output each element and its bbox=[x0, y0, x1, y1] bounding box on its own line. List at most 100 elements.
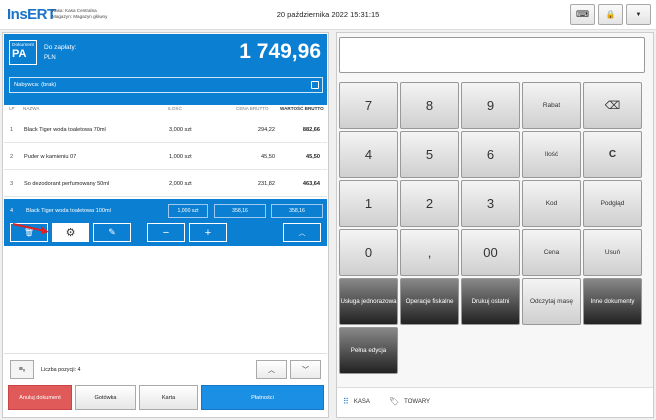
settings-button[interactable]: ⚙ bbox=[52, 223, 89, 242]
tab-towary-label: TOWARY bbox=[404, 398, 431, 405]
row-value: 45,50 bbox=[306, 154, 320, 160]
currency: PLN bbox=[44, 55, 56, 61]
row-lp: 2 bbox=[10, 154, 14, 160]
col-price: CENA BRUTTO bbox=[236, 106, 269, 111]
tab-kasa-label: KASA bbox=[353, 398, 370, 405]
scroll-up-button[interactable]: ︿ bbox=[256, 360, 287, 379]
document-type-box[interactable]: Dokument PA bbox=[9, 40, 37, 65]
tag-icon: 🏷 bbox=[389, 397, 400, 406]
cash-button[interactable]: Gotówka bbox=[75, 385, 136, 410]
key-7[interactable]: 7 bbox=[339, 82, 398, 129]
divider bbox=[4, 353, 327, 354]
selected-qty-field[interactable]: 1,000 szt bbox=[168, 204, 208, 218]
col-name: NAZWA bbox=[23, 106, 40, 111]
card-button[interactable]: Karta bbox=[139, 385, 198, 410]
key-9[interactable]: 9 bbox=[461, 82, 520, 129]
document-label: Dokument bbox=[12, 43, 34, 48]
keypad-icon: ⠿ bbox=[343, 397, 349, 406]
read-weight-key[interactable]: Odczytaj masę bbox=[522, 278, 581, 325]
clear-key[interactable]: C bbox=[583, 131, 642, 178]
item-count: Liczba pozycji: 4 bbox=[41, 367, 81, 373]
key-0[interactable]: 0 bbox=[339, 229, 398, 276]
row-name: Black Tiger woda toaletowa 70ml bbox=[24, 127, 106, 133]
backspace-key[interactable]: ⌫ bbox=[583, 82, 642, 129]
row-lp: 4 bbox=[10, 208, 14, 214]
price-key[interactable]: Cena bbox=[522, 229, 581, 276]
row-price: 231,82 bbox=[257, 181, 275, 187]
key-00[interactable]: 00 bbox=[461, 229, 520, 276]
row-price: 45,50 bbox=[261, 154, 275, 160]
tab-bar: ⠿ KASA 🏷 TOWARY bbox=[337, 387, 653, 417]
row-name: So dezodorant perfumowany 50ml bbox=[24, 181, 110, 187]
keyboard-button[interactable]: ⌨ bbox=[570, 4, 595, 25]
key-6[interactable]: 6 bbox=[461, 131, 520, 178]
plus-icon: + bbox=[204, 226, 212, 239]
annotation-arrow bbox=[12, 223, 49, 234]
lock-button[interactable]: 🔒 bbox=[598, 4, 623, 25]
key-1[interactable]: 1 bbox=[339, 180, 398, 227]
chevron-up-icon: ︿ bbox=[268, 366, 275, 374]
row-lp: 3 bbox=[10, 181, 14, 187]
input-display[interactable] bbox=[339, 37, 645, 73]
minus-icon: − bbox=[162, 226, 170, 239]
backspace-icon: ⌫ bbox=[604, 100, 621, 112]
fiscal-operations-key[interactable]: Operacje fiskalne bbox=[400, 278, 459, 325]
key-8[interactable]: 8 bbox=[400, 82, 459, 129]
decrease-button[interactable]: − bbox=[147, 223, 185, 242]
selected-value-field[interactable]: 358,16 bbox=[271, 204, 323, 218]
chevron-down-icon: ▼ bbox=[635, 11, 642, 18]
table-row[interactable]: 2 Puder w kamieniu 07 1,000 szt 45,50 45… bbox=[4, 144, 327, 170]
buyer-label: Nabywca: (brak) bbox=[14, 82, 57, 88]
col-qty: ILOŚĆ bbox=[168, 106, 182, 111]
col-value: WARTOŚĆ BRUTTO bbox=[280, 106, 324, 111]
key-4[interactable]: 4 bbox=[339, 131, 398, 178]
table-row[interactable]: 1 Black Tiger woda toaletowa 70ml 3,000 … bbox=[4, 117, 327, 143]
delete-key[interactable]: Usuń bbox=[583, 229, 642, 276]
lock-icon: 🔒 bbox=[605, 10, 616, 19]
selected-price-field[interactable]: 358,16 bbox=[214, 204, 266, 218]
key-3[interactable]: 3 bbox=[461, 180, 520, 227]
row-lp: 1 bbox=[10, 127, 14, 133]
preview-key[interactable]: Podgląd bbox=[583, 180, 642, 227]
code-key[interactable]: Kod bbox=[522, 180, 581, 227]
row-name: Black Tiger woda toaletowa 100ml bbox=[26, 208, 111, 214]
receipt-panel: Dokument PA Do zapłaty: PLN 1 749,96 Nab… bbox=[2, 32, 329, 418]
print-last-key[interactable]: Drukuj ostatni bbox=[461, 278, 520, 325]
row-name: Puder w kamieniu 07 bbox=[24, 154, 77, 160]
clear-list-icon: ≡ₓ bbox=[18, 366, 26, 373]
edit-icon[interactable] bbox=[311, 81, 319, 89]
cancel-document-button[interactable]: Anuluj dokument bbox=[8, 385, 72, 410]
key-5[interactable]: 5 bbox=[400, 131, 459, 178]
one-time-service-key[interactable]: Usługa jednorazowa bbox=[339, 278, 398, 325]
collapse-button[interactable]: ︿ bbox=[283, 223, 321, 242]
quantity-key[interactable]: Ilość bbox=[522, 131, 581, 178]
key-2[interactable]: 2 bbox=[400, 180, 459, 227]
key-comma[interactable]: , bbox=[400, 229, 459, 276]
buyer-field[interactable]: Nabywca: (brak) bbox=[9, 77, 323, 93]
row-qty: 3,000 szt bbox=[169, 127, 192, 133]
full-edit-key[interactable]: Pełna edycja bbox=[339, 327, 398, 374]
to-pay-label: Do zapłaty: bbox=[44, 44, 77, 51]
tab-kasa[interactable]: ⠿ KASA bbox=[343, 397, 370, 406]
increase-button[interactable]: + bbox=[189, 223, 227, 242]
discount-key[interactable]: Rabat bbox=[522, 82, 581, 129]
other-documents-key[interactable]: Inne dokumenty bbox=[583, 278, 642, 325]
keyboard-icon: ⌨ bbox=[576, 9, 589, 19]
datetime: 20 października 2022 15:31:15 bbox=[276, 10, 380, 19]
clear-list-button[interactable]: ≡ₓ bbox=[10, 360, 34, 379]
tab-towary[interactable]: 🏷 TOWARY bbox=[389, 397, 430, 406]
gear-icon: ⚙ bbox=[65, 227, 76, 239]
row-qty: 2,000 szt bbox=[169, 181, 192, 187]
payments-button[interactable]: Płatności bbox=[201, 385, 324, 410]
document-header: Dokument PA Do zapłaty: PLN 1 749,96 Nab… bbox=[4, 34, 327, 105]
row-qty: 1,000 szt bbox=[169, 154, 192, 160]
table-row[interactable]: 3 So dezodorant perfumowany 50ml 2,000 s… bbox=[4, 171, 327, 197]
row-value: 882,66 bbox=[302, 127, 320, 133]
pencil-icon: ✎ bbox=[108, 227, 116, 237]
menu-button[interactable]: ▼ bbox=[626, 4, 651, 25]
row-value: 463,64 bbox=[302, 181, 320, 187]
scroll-down-button[interactable]: ﹀ bbox=[290, 360, 321, 379]
chevron-up-icon: ︿ bbox=[298, 229, 306, 237]
document-type: PA bbox=[12, 48, 27, 60]
edit-button[interactable]: ✎ bbox=[93, 223, 131, 242]
